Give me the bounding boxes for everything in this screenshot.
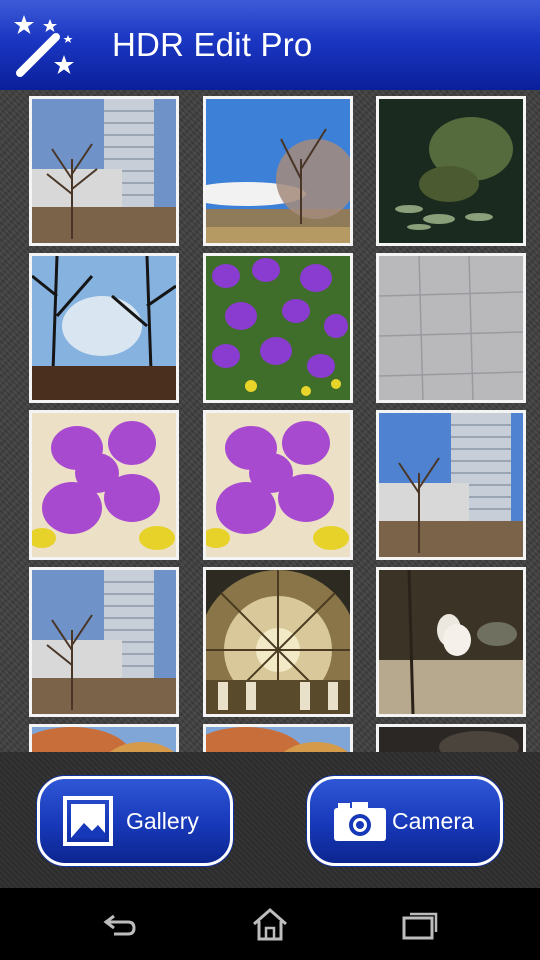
photo-thumbnail[interactable] bbox=[376, 567, 526, 717]
photo-thumbnail[interactable] bbox=[29, 410, 179, 560]
photo-thumbnail[interactable] bbox=[29, 724, 179, 752]
camera-icon bbox=[334, 802, 386, 841]
bottom-action-bar: Gallery Camera bbox=[0, 752, 540, 888]
home-icon[interactable] bbox=[250, 906, 290, 942]
photo-thumbnail[interactable] bbox=[203, 724, 353, 752]
photo-grid[interactable] bbox=[0, 90, 540, 752]
app-bar: HDR Edit Pro bbox=[0, 0, 540, 90]
photo-thumbnail[interactable] bbox=[29, 567, 179, 717]
app-title: HDR Edit Pro bbox=[112, 26, 313, 63]
gallery-button-label: Gallery bbox=[126, 807, 199, 834]
photo-thumbnail[interactable] bbox=[203, 567, 353, 717]
photo-thumbnail[interactable] bbox=[203, 410, 353, 560]
back-icon[interactable] bbox=[100, 906, 140, 942]
gallery-button[interactable]: Gallery bbox=[37, 776, 233, 866]
photo-thumbnail[interactable] bbox=[203, 96, 353, 246]
camera-button-label: Camera bbox=[392, 807, 474, 834]
recent-apps-icon[interactable] bbox=[400, 906, 440, 942]
gallery-icon bbox=[63, 796, 113, 846]
photo-thumbnail[interactable] bbox=[203, 253, 353, 403]
photo-thumbnail[interactable] bbox=[376, 410, 526, 560]
camera-button[interactable]: Camera bbox=[307, 776, 503, 866]
photo-thumbnail[interactable] bbox=[376, 253, 526, 403]
photo-thumbnail[interactable] bbox=[29, 253, 179, 403]
magic-wand-stars-icon bbox=[14, 15, 74, 77]
photo-thumbnail[interactable] bbox=[376, 96, 526, 246]
photo-thumbnail[interactable] bbox=[29, 96, 179, 246]
system-nav-bar bbox=[0, 888, 540, 960]
photo-thumbnail[interactable] bbox=[376, 724, 526, 752]
